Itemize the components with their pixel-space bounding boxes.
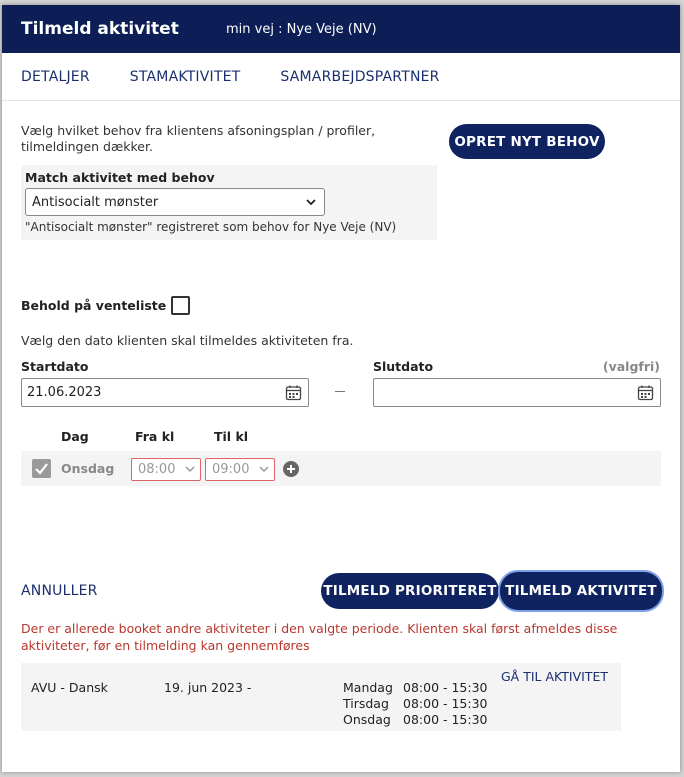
venteliste-checkbox[interactable] xyxy=(171,296,191,315)
dato-intro-text: Vælg den dato klienten skal tilmeldes ak… xyxy=(21,333,354,348)
tab-detaljer[interactable]: DETALJER xyxy=(21,69,90,85)
fra-kl-value: 08:00 xyxy=(138,462,176,477)
booked-time: 08:00 - 15:30 xyxy=(403,696,488,711)
booked-time: 08:00 - 15:30 xyxy=(403,680,488,695)
til-kl-select[interactable]: 09:00 xyxy=(205,458,275,481)
chevron-down-icon xyxy=(306,199,316,206)
booking-conflict-warning: Der er allerede booket andre aktiviteter… xyxy=(21,621,618,653)
behov-registered-note: "Antisocialt mønster" registreret som be… xyxy=(25,220,397,234)
venteliste-label: Behold på venteliste xyxy=(21,298,167,313)
plus-icon xyxy=(287,465,295,473)
calendar-icon[interactable] xyxy=(285,384,302,401)
startdato-label: Startdato xyxy=(21,359,89,374)
til-kl-value: 09:00 xyxy=(212,462,250,477)
add-time-button[interactable] xyxy=(283,461,299,477)
tilmeld-aktivitet-dialog: Tilmeld aktivitet min vej : Nye Veje (NV… xyxy=(2,5,680,772)
startdato-input[interactable]: 21.06.2023 xyxy=(21,378,309,407)
calendar-icon[interactable] xyxy=(637,384,654,401)
fra-kl-select[interactable]: 08:00 xyxy=(131,458,201,481)
venteliste-row: Behold på venteliste xyxy=(21,296,191,315)
tilmeld-aktivitet-button[interactable]: TILMELD AKTIVITET xyxy=(500,572,662,610)
match-behov-section: Match aktivitet med behov Antisocialt mø… xyxy=(21,165,437,240)
schedule-row: Onsdag 08:00 09:00 xyxy=(21,451,661,486)
schedule-header-til: Til kl xyxy=(214,429,249,444)
slutdato-input[interactable] xyxy=(373,378,661,407)
booked-day: Onsdag xyxy=(343,712,391,727)
match-behov-label: Match aktivitet med behov xyxy=(25,170,215,185)
booked-activity-name: AVU - Dansk xyxy=(31,680,108,695)
tab-samarbejdspartner[interactable]: SAMARBEJDSPARTNER xyxy=(280,69,439,85)
startdato-value: 21.06.2023 xyxy=(27,385,102,400)
chevron-down-icon xyxy=(259,466,269,473)
chevron-down-icon xyxy=(185,466,195,473)
check-icon xyxy=(35,463,48,475)
booked-activity-date: 19. jun 2023 - xyxy=(164,680,252,695)
day-checkbox[interactable] xyxy=(32,459,51,478)
tab-stamaktivitet[interactable]: STAMAKTIVITET xyxy=(130,69,241,85)
opret-nyt-behov-button[interactable]: OPRET NYT BEHOV xyxy=(449,124,605,159)
intro-text: Vælg hvilket behov fra klientens afsonin… xyxy=(21,123,376,154)
dialog-header: Tilmeld aktivitet min vej : Nye Veje (NV… xyxy=(2,5,680,53)
gaa-til-aktivitet-link[interactable]: GÅ TIL AKTIVITET xyxy=(501,669,608,684)
schedule-header-fra: Fra kl xyxy=(135,429,175,444)
dialog-title: Tilmeld aktivitet xyxy=(21,19,179,39)
booked-day: Tirsdag xyxy=(343,696,389,711)
slutdato-label: Slutdato xyxy=(373,359,434,374)
behov-select-value: Antisocialt mønster xyxy=(32,194,159,210)
schedule-header-dag: Dag xyxy=(61,429,89,444)
tilmeld-prioriteret-button[interactable]: TILMELD PRIORITERET xyxy=(321,573,499,609)
dialog-subtitle: min vej : Nye Veje (NV) xyxy=(226,21,377,37)
booked-day: Mandag xyxy=(343,680,393,695)
behov-select[interactable]: Antisocialt mønster xyxy=(25,188,325,216)
date-range-separator xyxy=(335,391,345,392)
booked-activity-row: AVU - Dansk 19. jun 2023 - Mandag 08:00 … xyxy=(21,663,621,731)
day-name: Onsdag xyxy=(61,461,115,476)
tab-bar: DETALJER STAMAKTIVITET SAMARBEJDSPARTNER xyxy=(2,53,680,101)
slutdato-optional-hint: (valgfri) xyxy=(602,359,660,374)
booked-time: 08:00 - 15:30 xyxy=(403,712,488,727)
annuller-button[interactable]: ANNULLER xyxy=(21,583,98,599)
